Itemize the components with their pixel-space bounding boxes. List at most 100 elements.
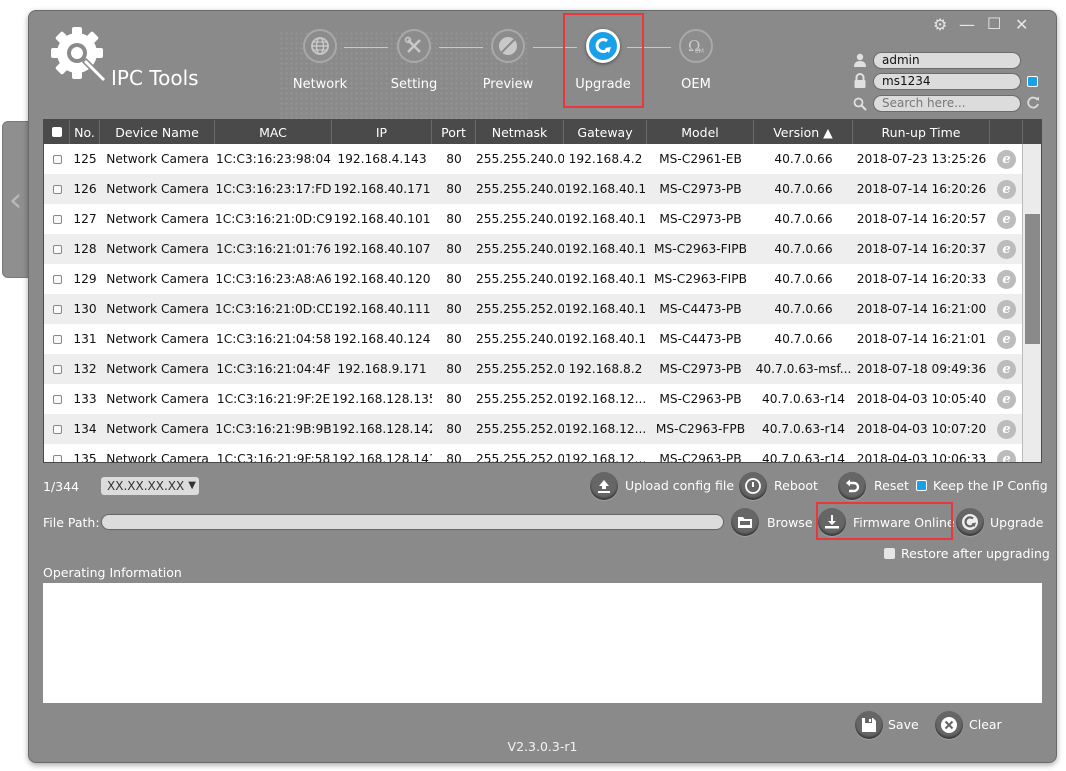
clear-label[interactable]: Clear	[969, 717, 1002, 732]
cell-runup: 2018-07-14 16:20:33	[856, 272, 987, 286]
nav-step-setting[interactable]: Setting	[379, 29, 449, 92]
row-select-cell[interactable]	[44, 244, 70, 254]
upgrade-button[interactable]	[956, 508, 984, 536]
collapse-side-panel-button[interactable]: ‹	[2, 121, 29, 278]
row-checkbox[interactable]	[52, 244, 62, 254]
clear-button[interactable]	[935, 711, 963, 739]
username-input[interactable]: admin	[873, 51, 1021, 69]
column-header-runup-time[interactable]: Run-up Time	[853, 120, 990, 144]
maximize-button[interactable]: ☐	[987, 14, 1001, 33]
table-row[interactable]: 126 Network Camera 1C:C3:16:23:17:FD 192.16…	[44, 174, 1041, 204]
row-select-cell[interactable]	[44, 424, 70, 434]
reset-button[interactable]	[838, 472, 866, 500]
open-web-browser-icon[interactable]: e	[997, 419, 1016, 439]
table-row[interactable]: 130 Network Camera 1C:C3:16:21:0D:CD 192.16…	[44, 294, 1041, 324]
table-row[interactable]: 134 Network Camera 1C:C3:16:21:9B:9B 192.16…	[44, 414, 1041, 444]
row-checkbox[interactable]	[52, 364, 62, 374]
select-all-checkbox[interactable]	[51, 127, 62, 137]
open-web-browser-icon[interactable]: e	[997, 389, 1016, 409]
table-row[interactable]: 129 Network Camera 1C:C3:16:23:A8:A6 192.16…	[44, 264, 1041, 294]
row-select-cell[interactable]	[44, 274, 70, 284]
table-row[interactable]: 133 Network Camera 1C:C3:16:21:9F:2E 192.16…	[44, 384, 1041, 414]
open-web-browser-icon[interactable]: e	[997, 449, 1016, 462]
table-row[interactable]: 125 Network Camera 1C:C3:16:23:98:04 192.16…	[44, 144, 1041, 174]
row-select-cell[interactable]	[44, 394, 70, 404]
nav-step-network[interactable]: Network	[285, 29, 355, 92]
row-checkbox[interactable]	[52, 184, 62, 194]
column-header-netmask[interactable]: Netmask	[476, 120, 564, 144]
lock-icon	[851, 72, 869, 90]
nav-step-label: Setting	[390, 77, 438, 92]
row-checkbox[interactable]	[52, 304, 62, 314]
table-row[interactable]: 131 Network Camera 1C:C3:16:21:04:58 192.16…	[44, 324, 1041, 354]
open-web-browser-icon[interactable]: e	[997, 179, 1016, 199]
row-select-cell[interactable]	[44, 454, 70, 462]
nav-step-oem[interactable]: Ω EM OEM	[661, 29, 731, 92]
row-checkbox[interactable]	[52, 154, 62, 164]
open-web-browser-icon[interactable]: e	[997, 239, 1016, 259]
open-web-browser-icon[interactable]: e	[997, 359, 1016, 379]
row-select-cell[interactable]	[44, 214, 70, 224]
column-header-no[interactable]: No.	[70, 120, 100, 144]
column-header-device-name[interactable]: Device Name	[100, 120, 215, 144]
refresh-icon[interactable]	[1026, 94, 1040, 113]
file-path-input[interactable]	[101, 514, 724, 530]
reset-label[interactable]: Reset	[874, 478, 909, 493]
row-select-cell[interactable]	[44, 334, 70, 344]
column-header-model[interactable]: Model	[647, 120, 754, 144]
open-web-browser-icon[interactable]: e	[997, 269, 1016, 289]
reboot-button[interactable]	[739, 472, 767, 500]
open-web-browser-icon[interactable]: e	[997, 149, 1016, 169]
upgrade-label[interactable]: Upgrade	[990, 515, 1043, 530]
row-checkbox[interactable]	[52, 334, 62, 344]
password-input[interactable]: ms1234	[873, 72, 1021, 90]
browse-button[interactable]	[731, 508, 759, 536]
operating-information-log[interactable]	[43, 583, 1042, 703]
cell-gateway: 192.168.40.1	[564, 302, 647, 316]
keep-ip-config-label[interactable]: Keep the IP Config	[933, 478, 1048, 493]
nav-step-preview[interactable]: Preview	[473, 29, 543, 92]
reboot-label[interactable]: Reboot	[774, 478, 818, 493]
save-button[interactable]	[855, 711, 883, 739]
save-label[interactable]: Save	[888, 717, 919, 732]
open-web-browser-icon[interactable]: e	[997, 299, 1016, 319]
column-header-gateway[interactable]: Gateway	[564, 120, 647, 144]
minimize-button[interactable]: —	[959, 15, 975, 34]
column-header-version[interactable]: Version ▲	[754, 120, 853, 144]
column-header-ip[interactable]: IP	[332, 120, 432, 144]
row-checkbox[interactable]	[52, 424, 62, 434]
table-row[interactable]: 128 Network Camera 1C:C3:16:21:01:76 192.16…	[44, 234, 1041, 264]
ip-filter-select[interactable]: XX.XX.XX.XX ▼	[101, 477, 199, 495]
cell-no: 132	[73, 362, 97, 376]
row-checkbox[interactable]	[52, 454, 62, 462]
column-header-mac[interactable]: MAC	[215, 120, 332, 144]
remember-password-checkbox[interactable]	[1027, 75, 1038, 87]
row-select-cell[interactable]	[44, 184, 70, 194]
row-select-cell[interactable]	[44, 364, 70, 374]
close-button[interactable]: ✕	[1015, 15, 1028, 34]
open-web-browser-icon[interactable]: e	[997, 209, 1016, 229]
keep-ip-config-checkbox[interactable]	[916, 480, 927, 491]
column-header-port[interactable]: Port	[432, 120, 476, 144]
cell-ip: 192.168.40.111	[333, 302, 431, 316]
browse-label[interactable]: Browse	[767, 515, 813, 530]
row-select-cell[interactable]	[44, 154, 70, 164]
open-web-browser-icon[interactable]: e	[997, 329, 1016, 349]
upload-config-button[interactable]	[590, 472, 618, 500]
table-row[interactable]: 135 Network Camera 1C:C3:16:21:9F:58 192.16…	[44, 444, 1041, 462]
scrollbar-thumb[interactable]	[1025, 214, 1040, 344]
row-checkbox[interactable]	[52, 274, 62, 284]
row-select-cell[interactable]	[44, 304, 70, 314]
table-row[interactable]: 127 Network Camera 1C:C3:16:21:0D:C9 192.16…	[44, 204, 1041, 234]
restore-after-upgrading-checkbox[interactable]	[884, 548, 895, 559]
row-checkbox[interactable]	[52, 394, 62, 404]
search-input[interactable]: Search here...	[873, 95, 1021, 112]
restore-after-upgrading-label[interactable]: Restore after upgrading	[901, 546, 1050, 561]
select-all-header[interactable]	[44, 120, 70, 144]
table-row[interactable]: 132 Network Camera 1C:C3:16:21:04:4F 192.16…	[44, 354, 1041, 384]
table-scrollbar[interactable]	[1022, 144, 1041, 462]
settings-gear-icon[interactable]: ⚙	[933, 15, 947, 34]
upload-config-label[interactable]: Upload config file	[625, 478, 734, 493]
cell-ip: 192.168.128.142	[332, 422, 432, 436]
row-checkbox[interactable]	[52, 214, 62, 224]
